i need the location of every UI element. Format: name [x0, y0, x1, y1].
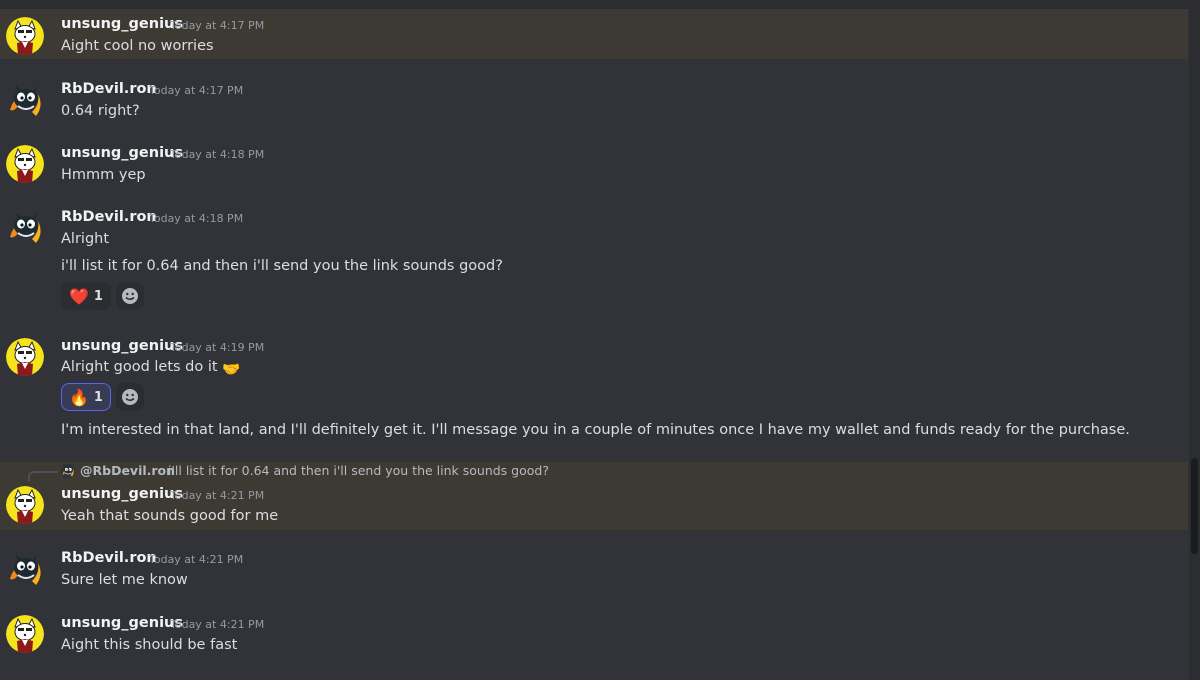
- message-text: Sure let me know: [61, 572, 188, 588]
- user-avatar[interactable]: [6, 209, 44, 247]
- user-avatar[interactable]: [6, 615, 44, 653]
- add-reaction-button[interactable]: [116, 383, 144, 411]
- message[interactable]: RbDevil.ron Today at 4:18 PM Alright i'l…: [0, 201, 1188, 319]
- message[interactable]: unsung_genius Today at 4:17 PM Aight coo…: [0, 9, 1188, 59]
- username[interactable]: RbDevil.ron: [61, 550, 157, 566]
- message[interactable]: RbDevil.ron Today at 4:17 PM 0.64 right?: [0, 72, 1188, 128]
- user-avatar[interactable]: [6, 338, 44, 376]
- reaction-count: 1: [93, 389, 103, 405]
- user-avatar[interactable]: [6, 145, 44, 183]
- username[interactable]: unsung_genius: [61, 16, 183, 32]
- message[interactable]: unsung_genius Today at 4:18 PM Hmmm yep: [0, 137, 1188, 193]
- timestamp: Today at 4:21 PM: [170, 618, 265, 631]
- reaction-heart[interactable]: ❤️ 1: [61, 282, 111, 310]
- user-avatar[interactable]: [6, 82, 44, 120]
- message-text: Aight this should be fast: [61, 637, 238, 653]
- reply-username[interactable]: @RbDevil.ron: [80, 463, 175, 478]
- timestamp: Today at 4:18 PM: [170, 148, 265, 161]
- message-text: Hmmm yep: [61, 167, 146, 183]
- user-avatar[interactable]: [6, 551, 44, 589]
- username[interactable]: unsung_genius: [61, 486, 183, 502]
- reply-connector: [28, 471, 58, 481]
- timestamp: Today at 4:17 PM: [149, 84, 244, 97]
- timestamp: Today at 4:17 PM: [170, 19, 265, 32]
- username[interactable]: unsung_genius: [61, 338, 183, 354]
- username[interactable]: unsung_genius: [61, 145, 183, 161]
- message-text: Aight cool no worries: [61, 38, 214, 54]
- smile-icon: [120, 286, 140, 306]
- username[interactable]: unsung_genius: [61, 615, 183, 631]
- channel-top-strip: [0, 0, 1200, 9]
- fire-icon: 🔥: [69, 387, 89, 407]
- message[interactable]: unsung_genius Today at 4:19 PM Alright g…: [0, 330, 1188, 446]
- message-text: Alright good lets do it 🤝: [61, 359, 240, 378]
- handshake-icon: 🤝: [222, 362, 241, 378]
- add-reaction-button[interactable]: [116, 282, 144, 310]
- reply-preview[interactable]: i'll list it for 0.64 and then i'll send…: [168, 463, 549, 478]
- reaction-fire[interactable]: 🔥 1: [61, 383, 111, 411]
- heart-icon: ❤️: [69, 286, 89, 306]
- scrollbar-thumb[interactable]: [1191, 458, 1198, 554]
- user-avatar[interactable]: [6, 486, 44, 524]
- timestamp: Today at 4:21 PM: [170, 489, 265, 502]
- message-text: 0.64 right?: [61, 103, 140, 119]
- timestamp: Today at 4:19 PM: [170, 341, 265, 354]
- message[interactable]: unsung_genius Today at 4:21 PM Aight thi…: [0, 606, 1188, 666]
- message-line: Alright good lets do it: [61, 359, 218, 375]
- message-reply[interactable]: @RbDevil.ron i'll list it for 0.64 and t…: [0, 462, 1188, 530]
- message-text: Yeah that sounds good for me: [61, 508, 279, 524]
- message[interactable]: RbDevil.ron Today at 4:21 PM Sure let me…: [0, 542, 1188, 598]
- message-text: I'm interested in that land, and I'll de…: [61, 422, 1130, 438]
- reaction-count: 1: [93, 288, 103, 304]
- smile-icon: [120, 387, 140, 407]
- username[interactable]: RbDevil.ron: [61, 209, 157, 225]
- timestamp: Today at 4:21 PM: [149, 553, 244, 566]
- timestamp: Today at 4:18 PM: [149, 212, 244, 225]
- username[interactable]: RbDevil.ron: [61, 81, 157, 97]
- message-text: Alright: [61, 231, 110, 247]
- user-avatar[interactable]: [6, 17, 44, 55]
- scrollbar-track[interactable]: [1189, 9, 1200, 680]
- message-text: i'll list it for 0.64 and then i'll send…: [61, 258, 503, 274]
- reply-avatar[interactable]: [61, 464, 75, 478]
